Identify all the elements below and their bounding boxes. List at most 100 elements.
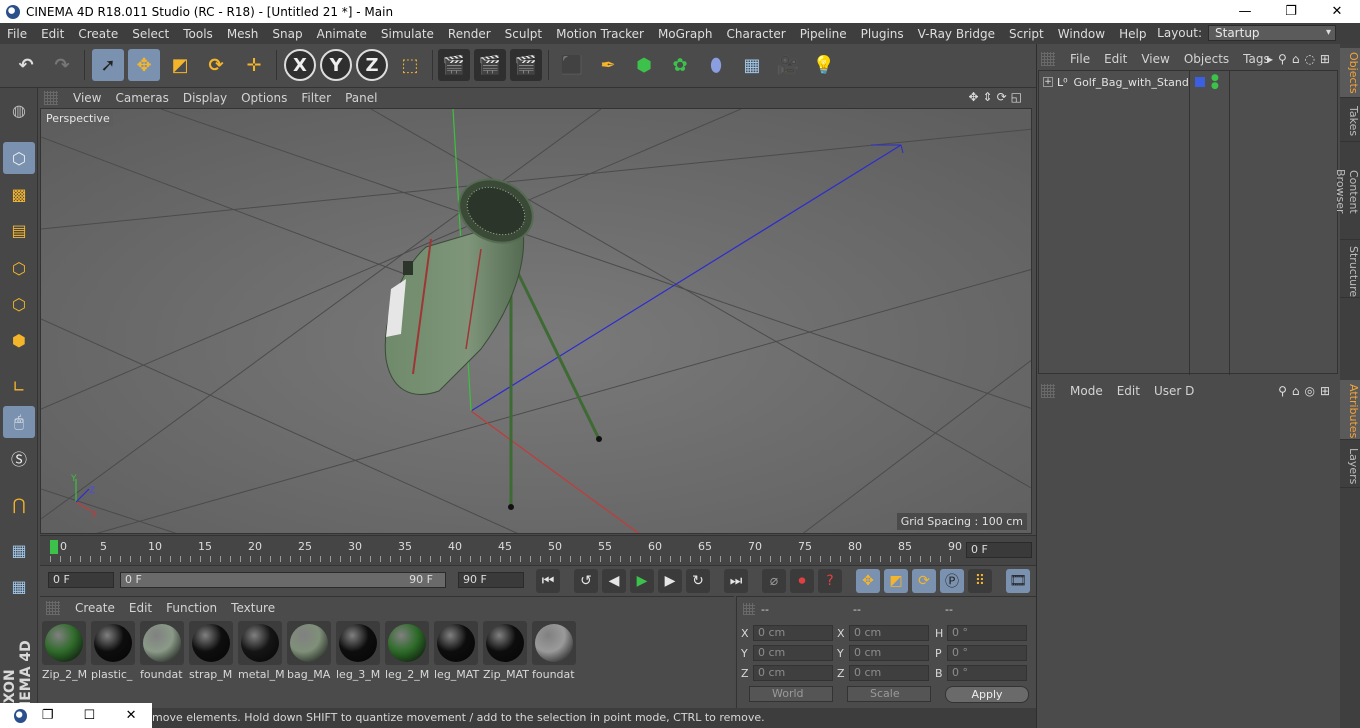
- workplane-mode-icon[interactable]: ▤: [3, 214, 35, 246]
- deformer-icon[interactable]: ⬮: [700, 49, 732, 81]
- viewport-menu-filter[interactable]: Filter: [294, 91, 338, 105]
- close-button[interactable]: ✕: [110, 708, 152, 723]
- end-frame-field[interactable]: 90 F: [458, 572, 524, 588]
- magnet-icon[interactable]: ⋂: [3, 488, 35, 520]
- playhead[interactable]: [50, 540, 58, 554]
- menu-character[interactable]: Character: [719, 27, 792, 41]
- size-x-field[interactable]: 0 cm: [849, 625, 929, 641]
- next-frame-icon[interactable]: ▶: [658, 569, 682, 593]
- next-key-icon[interactable]: ↻: [686, 569, 710, 593]
- camera-icon[interactable]: 🎥: [772, 49, 804, 81]
- visibility-dots-icon[interactable]: ● ●: [1211, 74, 1219, 91]
- expand-icon[interactable]: +: [1043, 77, 1053, 87]
- tab-layers[interactable]: Layers: [1340, 444, 1360, 488]
- attributes-menu-edit[interactable]: Edit: [1110, 384, 1147, 398]
- enable-axis-icon[interactable]: ∟: [3, 370, 35, 402]
- minimize-button[interactable]: —: [1222, 0, 1268, 23]
- size-z-field[interactable]: 0 cm: [849, 665, 929, 681]
- key-position-icon[interactable]: ✥: [856, 569, 880, 593]
- make-editable-icon[interactable]: ◍: [3, 94, 35, 126]
- position-y-field[interactable]: 0 cm: [753, 645, 833, 661]
- floor-scene-icon[interactable]: ▦: [736, 49, 768, 81]
- edges-mode-icon[interactable]: ⬡: [3, 288, 35, 320]
- material-menu-texture[interactable]: Texture: [224, 601, 282, 615]
- attributes-menu-mode[interactable]: Mode: [1063, 384, 1110, 398]
- material-swatch[interactable]: strap_M: [189, 621, 235, 681]
- material-swatch[interactable]: leg_3_M: [336, 621, 382, 681]
- move-tool-icon[interactable]: ✥: [128, 49, 160, 81]
- scale-tool-icon[interactable]: ◩: [164, 49, 196, 81]
- prev-frame-icon[interactable]: ◀: [602, 569, 626, 593]
- tweak-mode-icon[interactable]: 🖱: [3, 406, 35, 438]
- menu-plugins[interactable]: Plugins: [854, 27, 911, 41]
- start-frame-field[interactable]: 0 F: [48, 572, 114, 588]
- goto-start-icon[interactable]: ⏮: [536, 569, 560, 593]
- maximize-button[interactable]: ❐: [1268, 0, 1314, 23]
- frame-range-slider[interactable]: 0 F 90 F: [120, 572, 446, 588]
- object-name[interactable]: Golf_Bag_with_Stand: [1074, 76, 1189, 89]
- perspective-viewport[interactable]: Y X Z Perspective Grid Spacing : 100 cm: [40, 108, 1032, 534]
- rotate-tool-icon[interactable]: ⟳: [200, 49, 232, 81]
- viewport-nav-icons[interactable]: ✥⇕⟳◱: [968, 90, 1026, 104]
- layer-color-swatch[interactable]: [1195, 77, 1205, 87]
- menu-create[interactable]: Create: [71, 27, 125, 41]
- menu-file[interactable]: File: [0, 27, 34, 41]
- viewport-menu-cameras[interactable]: Cameras: [108, 91, 175, 105]
- y-axis-lock-button[interactable]: Y: [320, 49, 352, 81]
- menu-motion-tracker[interactable]: Motion Tracker: [549, 27, 651, 41]
- attributes-menu-user-data[interactable]: User D: [1147, 384, 1201, 398]
- recent-tools-icon[interactable]: ✛: [238, 49, 270, 81]
- menu-snap[interactable]: Snap: [265, 27, 309, 41]
- render-view-icon[interactable]: 🎬: [438, 49, 470, 81]
- model-mode-icon[interactable]: ⬡: [3, 142, 35, 174]
- attributes-toolbar-icons[interactable]: ⚲⌂◎⊞: [1278, 384, 1335, 398]
- menu-render[interactable]: Render: [441, 27, 498, 41]
- rotation-p-field[interactable]: 0 °: [947, 645, 1027, 661]
- restore-button[interactable]: ❐: [27, 708, 69, 723]
- objects-menu-objects[interactable]: Objects: [1177, 52, 1236, 66]
- key-rotation-icon[interactable]: ⟳: [912, 569, 936, 593]
- menu-animate[interactable]: Animate: [310, 27, 374, 41]
- render-picture-viewer-icon[interactable]: 🎬: [474, 49, 506, 81]
- panel-grip-icon[interactable]: [1041, 384, 1055, 398]
- viewport-menu-panel[interactable]: Panel: [338, 91, 384, 105]
- objects-toolbar-icons[interactable]: ▸⚲⌂◌⊞: [1267, 52, 1335, 66]
- x-axis-lock-button[interactable]: X: [284, 49, 316, 81]
- undo-icon[interactable]: ↶: [10, 49, 42, 81]
- subdivision-surface-icon[interactable]: ⬢: [628, 49, 660, 81]
- viewport-menu-options[interactable]: Options: [234, 91, 294, 105]
- menu-simulate[interactable]: Simulate: [374, 27, 441, 41]
- polygons-mode-icon[interactable]: ⬢: [3, 324, 35, 356]
- tab-structure[interactable]: Structure: [1340, 242, 1360, 298]
- material-swatch[interactable]: Zip_2_M: [42, 621, 88, 681]
- tab-objects[interactable]: Objects: [1340, 48, 1360, 98]
- panel-grip-icon[interactable]: [743, 603, 755, 615]
- record-keys-icon[interactable]: ⌀: [762, 569, 786, 593]
- menu-help[interactable]: Help: [1112, 27, 1153, 41]
- objects-menu-view[interactable]: View: [1134, 52, 1176, 66]
- objects-menu-file[interactable]: File: [1063, 52, 1097, 66]
- position-x-field[interactable]: 0 cm: [753, 625, 833, 641]
- camera-label[interactable]: Perspective: [43, 111, 113, 126]
- texture-mode-icon[interactable]: ▩: [3, 178, 35, 210]
- menu-script[interactable]: Script: [1002, 27, 1051, 41]
- tab-content-browser[interactable]: Content Browser: [1334, 144, 1360, 240]
- material-menu-create[interactable]: Create: [68, 601, 122, 615]
- tab-takes[interactable]: Takes: [1340, 102, 1360, 142]
- snapping-icon[interactable]: Ⓢ: [3, 442, 35, 474]
- material-swatch[interactable]: bag_MA: [287, 621, 333, 681]
- position-z-field[interactable]: 0 cm: [753, 665, 833, 681]
- layout-select[interactable]: Startup: [1208, 25, 1336, 41]
- menu-mesh[interactable]: Mesh: [220, 27, 266, 41]
- menu-sculpt[interactable]: Sculpt: [498, 27, 549, 41]
- viewport-menu-display[interactable]: Display: [176, 91, 234, 105]
- z-axis-lock-button[interactable]: Z: [356, 49, 388, 81]
- edit-render-settings-icon[interactable]: 🎬: [510, 49, 542, 81]
- material-swatch[interactable]: leg_2_M: [385, 621, 431, 681]
- maximize-button[interactable]: ☐: [68, 708, 110, 723]
- coordinate-space-dropdown[interactable]: World: [749, 686, 833, 702]
- material-swatch[interactable]: leg_MAT: [434, 621, 480, 681]
- redo-icon[interactable]: ↷: [46, 49, 78, 81]
- cloner-icon[interactable]: ✿: [664, 49, 696, 81]
- close-button[interactable]: ✕: [1314, 0, 1360, 23]
